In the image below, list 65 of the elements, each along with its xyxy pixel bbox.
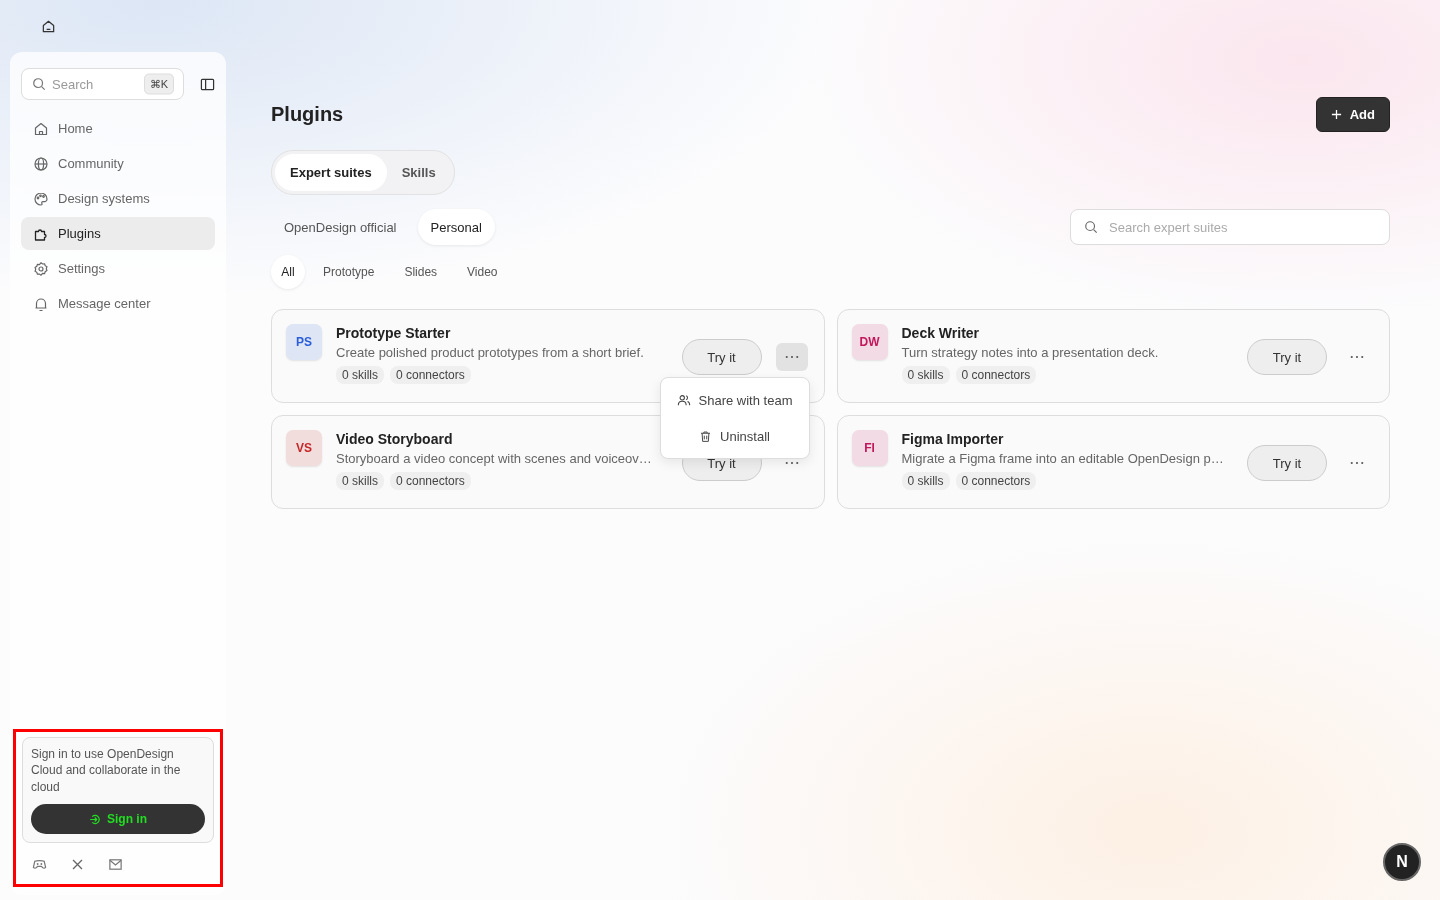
plugin-description: Migrate a Figma frame into an editable OpenDesign p… [901,451,1225,466]
skills-count: 0 skills [901,366,950,384]
sign-in-icon [89,812,102,826]
people-icon [676,393,691,407]
category-filter[interactable]: All [271,255,305,289]
globe-icon [33,155,49,172]
plugin-description: Storyboard a video concept with scenes and voiceov… [336,451,653,466]
more-icon [1350,461,1364,465]
plugin-avatar: FI [851,430,888,466]
plus-icon [1330,109,1342,120]
skills-count: 0 skills [336,366,384,384]
more-icon [1350,355,1364,359]
plugin-avatar: DW [851,324,888,360]
x-logo-icon[interactable] [71,858,84,871]
plugin-avatar: VS [286,430,322,466]
plugin-title: Video Storyboard [336,431,454,447]
skills-count: 0 skills [336,472,384,490]
source-filter[interactable]: Personal [417,209,495,245]
connectors-count: 0 connectors [390,472,471,490]
connectors-count: 0 connectors [955,472,1037,490]
palette-icon [33,190,49,207]
sidebar-toggle-icon[interactable] [200,76,215,92]
nav-item[interactable]: Plugins [21,217,215,250]
nav-item[interactable]: Design systems [21,182,215,215]
menu-item[interactable]: Share with team [664,382,805,418]
bell-icon [33,295,49,312]
shortcut-badge: ⌘K [143,73,174,95]
search-icon [32,77,46,91]
try-button[interactable]: Try it [1247,339,1327,375]
add-button[interactable]: Add [1315,97,1390,132]
nav-item[interactable]: Home [21,112,215,145]
connectors-count: 0 connectors [955,366,1037,384]
skills-count: 0 skills [901,472,950,490]
gamepad-icon[interactable] [32,857,47,872]
more-icon [784,461,799,465]
plugin-description: Create polished product prototypes from a short brief. [336,345,645,360]
plugin-avatar: PS [286,324,322,360]
mail-icon[interactable] [108,857,123,872]
category-filter[interactable]: Prototype [311,255,387,289]
category-filter[interactable]: Video [455,255,510,289]
nav-item[interactable]: Community [21,147,215,180]
try-button[interactable]: Try it [681,339,762,375]
sign-in-message: Sign in to use OpenDesign Cloud and collaborate in the cloud [31,745,182,795]
try-button[interactable]: Try it [1247,445,1327,481]
connectors-count: 0 connectors [390,366,471,384]
tab[interactable]: Skills [386,154,451,191]
settings-icon [33,260,49,277]
nav-item[interactable]: Settings [21,252,215,285]
trash-icon [699,429,713,443]
nav-item[interactable]: Message center [21,287,215,320]
home-icon[interactable] [41,18,56,34]
plugin-description: Turn strategy notes into a presentation deck. [901,345,1160,360]
search-field[interactable]: Search expert suites [1070,209,1390,245]
page-title: Plugins [271,103,344,126]
sign-in-button[interactable]: Sign in [31,804,205,834]
plugin-title: Prototype Starter [336,325,452,341]
source-filter[interactable]: OpenDesign official [271,209,410,245]
category-filter[interactable]: Slides [392,255,450,289]
plugin-title: Figma Importer [901,431,1005,447]
tab[interactable]: Expert suites [275,154,387,191]
search-icon [1084,220,1098,234]
assistant-button[interactable]: N [1383,843,1421,881]
plugin-title: Deck Writer [901,325,981,341]
home-icon [33,120,49,137]
more-icon [784,355,799,359]
